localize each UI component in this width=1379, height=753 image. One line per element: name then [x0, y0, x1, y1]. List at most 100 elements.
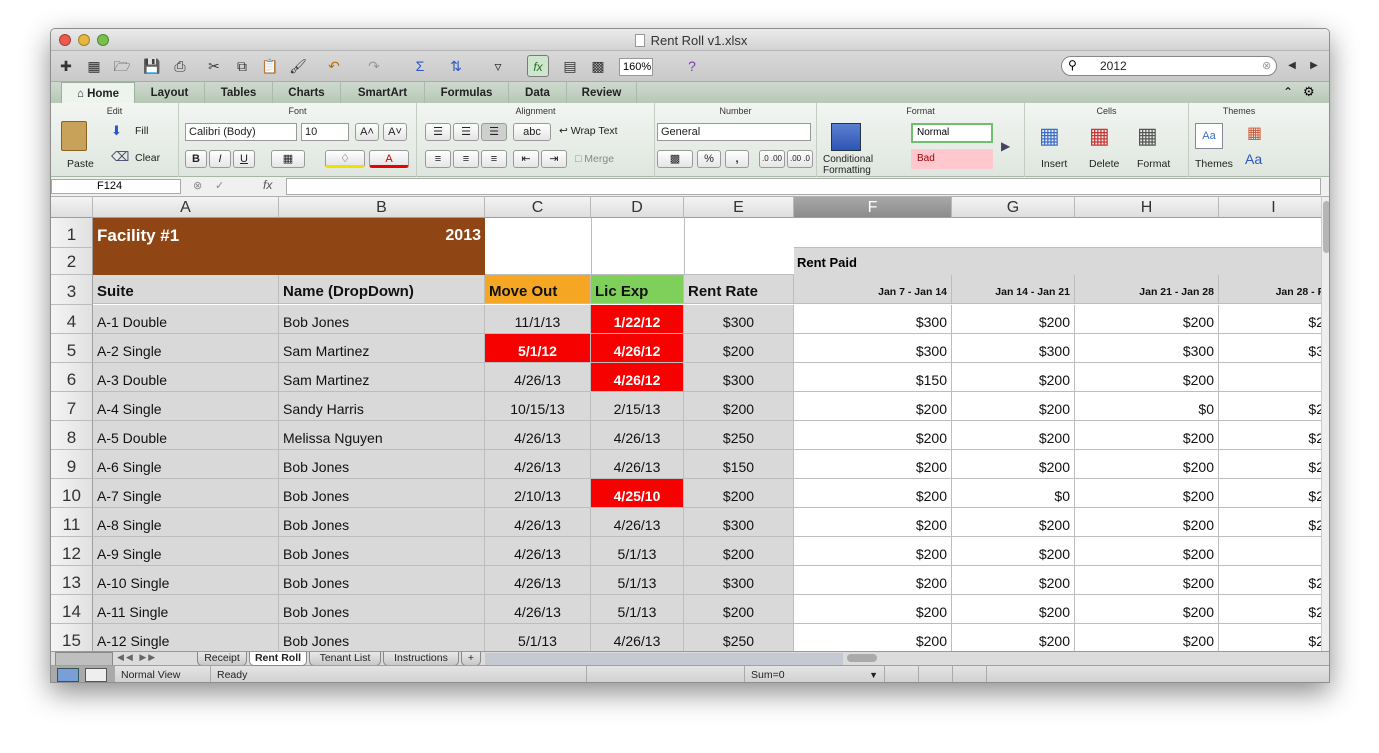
cell-suite[interactable]: A-6 Single	[93, 450, 279, 479]
header-name[interactable]: Name (DropDown)	[279, 275, 485, 304]
cell-lic-exp[interactable]: 4/26/13	[591, 624, 684, 651]
cell-p4[interactable]	[1219, 537, 1321, 566]
cell-p1[interactable]: $200	[794, 595, 952, 624]
fill-button[interactable]: Fill	[135, 125, 148, 137]
sheet-tab-receipt[interactable]: Receipt	[197, 652, 247, 666]
cell-name[interactable]: Bob Jones	[279, 537, 485, 566]
cell-lic-exp[interactable]: 5/1/13	[591, 595, 684, 624]
print-icon[interactable]: ⎙	[169, 55, 191, 77]
number-format-select[interactable]: General	[657, 123, 811, 141]
open-icon[interactable]: 🗁	[111, 55, 133, 77]
themes-button[interactable]: Themes	[1195, 158, 1233, 170]
italic-button[interactable]: I	[209, 150, 231, 168]
increase-decimal-button[interactable]: .0 .00	[759, 150, 785, 168]
formula-input[interactable]	[286, 178, 1321, 195]
cell-rate[interactable]: $250	[684, 421, 794, 450]
cell-p2[interactable]: $0	[952, 479, 1075, 508]
cell-move-out[interactable]: 4/26/13	[485, 450, 591, 479]
toolbox-icon[interactable]: ▤	[559, 55, 581, 77]
paste-toolbar-icon[interactable]: 📋	[259, 55, 281, 77]
sheet-tab-instructions[interactable]: Instructions	[383, 652, 459, 666]
cell-lic-exp[interactable]: 4/26/12	[591, 334, 684, 363]
row-header-3[interactable]: 3	[51, 275, 93, 305]
cell-name[interactable]: Melissa Nguyen	[279, 421, 485, 450]
sort-icon[interactable]: ⇅	[445, 55, 467, 77]
cell-p3[interactable]: $200	[1075, 450, 1219, 479]
page-layout-icon[interactable]	[85, 668, 107, 682]
facility-year[interactable]: 2013	[411, 227, 481, 245]
cell-move-out[interactable]: 4/26/13	[485, 363, 591, 392]
cell-p3[interactable]: $300	[1075, 334, 1219, 363]
filter-icon[interactable]: ▿	[487, 55, 509, 77]
clear-button[interactable]: Clear	[135, 152, 160, 164]
cell-p4[interactable]: $2	[1219, 392, 1321, 421]
cell-p1[interactable]: $150	[794, 363, 952, 392]
row-header-1[interactable]: 1	[51, 218, 93, 248]
cell-p4[interactable]: $2	[1219, 421, 1321, 450]
cell-name[interactable]: Sandy Harris	[279, 392, 485, 421]
cell-suite[interactable]: A-2 Single	[93, 334, 279, 363]
column-header-g[interactable]: G	[952, 197, 1075, 218]
cell-p3[interactable]: $200	[1075, 479, 1219, 508]
cell-p1[interactable]: $200	[794, 421, 952, 450]
align-center-icon[interactable]: ≡	[453, 150, 479, 168]
column-header-a[interactable]: A	[93, 197, 279, 218]
select-all-corner[interactable]	[51, 197, 93, 218]
cell-p3[interactable]: $200	[1075, 363, 1219, 392]
font-color-icon[interactable]: A	[369, 150, 409, 168]
cell-p4[interactable]: $2	[1219, 508, 1321, 537]
cell-p3[interactable]: $200	[1075, 305, 1219, 334]
align-top-icon[interactable]: ☰	[425, 123, 451, 141]
zoom-select[interactable]: 160%	[619, 58, 653, 76]
tab-layout[interactable]: Layout	[135, 82, 205, 104]
tab-formulas[interactable]: Formulas	[425, 82, 509, 104]
insert-function-label[interactable]: fx	[263, 178, 272, 192]
cell-p2[interactable]: $200	[952, 421, 1075, 450]
sheet-tab-rent-roll[interactable]: Rent Roll	[249, 652, 307, 666]
row-header[interactable]: 4	[51, 305, 93, 334]
cell-suite[interactable]: A-7 Single	[93, 479, 279, 508]
cell-p3[interactable]: $200	[1075, 595, 1219, 624]
cell-p4[interactable]: $2	[1219, 305, 1321, 334]
autosum-icon[interactable]: Σ	[409, 55, 431, 77]
increase-font-icon[interactable]: A˄	[355, 123, 379, 141]
style-normal[interactable]: Normal	[911, 123, 993, 143]
header-rent-rate[interactable]: Rent Rate	[684, 275, 794, 304]
cell-p1[interactable]: $200	[794, 508, 952, 537]
row-header[interactable]: 13	[51, 566, 93, 595]
comma-button[interactable]: ,	[725, 150, 749, 168]
cell-p3[interactable]: $200	[1075, 537, 1219, 566]
sheet-tab-tenant-list[interactable]: Tenant List	[309, 652, 381, 666]
redo-icon[interactable]: ↷	[363, 55, 385, 77]
cell-p1[interactable]: $200	[794, 624, 952, 651]
cell-rate[interactable]: $200	[684, 479, 794, 508]
cell-lic-exp[interactable]: 4/25/10	[591, 479, 684, 508]
column-header-c[interactable]: C	[485, 197, 591, 218]
theme-colors-icon[interactable]: ▦	[1247, 123, 1262, 143]
collapse-ribbon-icon[interactable]: ⌃	[1283, 85, 1293, 99]
column-header-b[interactable]: B	[279, 197, 485, 218]
row-header[interactable]: 8	[51, 421, 93, 450]
delete-cells-icon[interactable]: ▦	[1089, 123, 1110, 149]
row-header[interactable]: 9	[51, 450, 93, 479]
cell-p4[interactable]: $2	[1219, 479, 1321, 508]
cell-name[interactable]: Bob Jones	[279, 450, 485, 479]
search-input[interactable]: 2012	[1100, 59, 1127, 73]
header-week-1[interactable]: Jan 7 - Jan 14	[794, 275, 952, 304]
cell-name[interactable]: Bob Jones	[279, 566, 485, 595]
style-bad[interactable]: Bad	[911, 149, 993, 169]
cell-p3[interactable]: $200	[1075, 566, 1219, 595]
column-header-i[interactable]: I	[1219, 197, 1321, 218]
cell-suite[interactable]: A-8 Single	[93, 508, 279, 537]
sheet-nav-icon[interactable]: ◀◀ ▶▶	[117, 652, 157, 663]
row1-payment-cells[interactable]	[794, 218, 1321, 248]
currency-icon[interactable]: ▩	[657, 150, 693, 168]
cell-move-out[interactable]: 4/26/13	[485, 566, 591, 595]
highlight-icon[interactable]: ♢	[325, 150, 365, 168]
tab-data[interactable]: Data	[509, 82, 567, 104]
cell-name[interactable]: Bob Jones	[279, 624, 485, 651]
orientation-button[interactable]: abc	[513, 123, 551, 141]
tab-review[interactable]: Review	[567, 82, 637, 104]
cell-lic-exp[interactable]: 4/26/13	[591, 421, 684, 450]
cell-p2[interactable]: $200	[952, 624, 1075, 651]
